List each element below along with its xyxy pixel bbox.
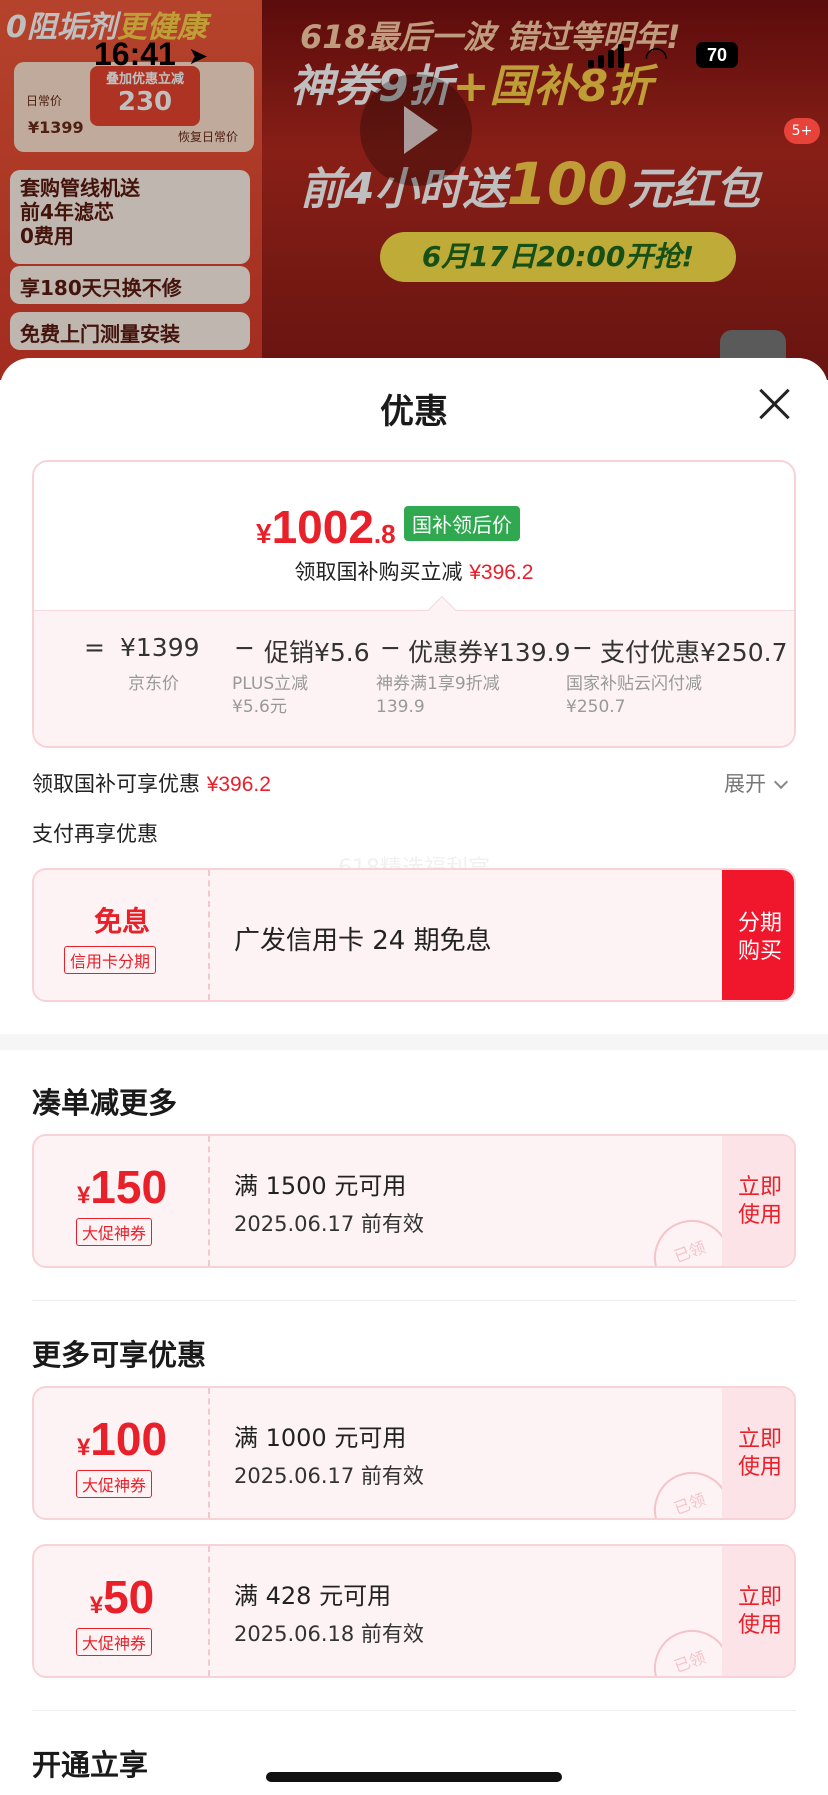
coupon-left: ¥100 大促神券 (34, 1388, 210, 1518)
coupon-card[interactable]: ¥100 大促神券 满 1000 元可用 2025.06.17 前有效 已领 立… (32, 1386, 796, 1520)
gov-subsidy-line: 领取国补可享优惠 ¥396.2 (32, 772, 271, 796)
use-now-line1: 立即 (737, 1175, 782, 1200)
use-now-button[interactable]: 立即 使用 (722, 1546, 794, 1676)
coupon-card[interactable]: ¥150 大促神券 满 1500 元可用 2025.06.17 前有效 已领 立… (32, 1134, 796, 1268)
coupon-card[interactable]: ¥50 大促神券 满 428 元可用 2025.06.18 前有效 已领 立即 … (32, 1544, 796, 1678)
coupon-date: 2025.06.18 前有效 (234, 1622, 424, 1646)
coupon-tag: 大促神券 (76, 1470, 153, 1498)
use-now-line1: 立即 (737, 1427, 782, 1452)
coupon-tag: 大促神券 (76, 1628, 153, 1656)
calc-coupon-sub2: 139.9 (376, 697, 425, 717)
credit-left: 免息 信用卡分期 (34, 870, 210, 1000)
use-now-line2: 使用 (737, 1203, 782, 1228)
close-icon[interactable] (756, 386, 792, 422)
signal-icon (588, 44, 624, 68)
sheet-title: 优惠 (380, 392, 448, 432)
calc-jd-label: 京东价 (128, 674, 179, 694)
restore-label: 恢复日常价 (178, 130, 239, 144)
final-price: ¥1002.8 (256, 501, 396, 553)
coupon-left: ¥150 大促神券 (34, 1136, 210, 1266)
battery-icon: 70 (696, 42, 738, 68)
credit-tag: 信用卡分期 (64, 946, 157, 974)
daily-label: 日常价 (26, 94, 63, 108)
calc-promo-sub1: PLUS立减 (232, 674, 309, 694)
status-time: 16:41 (94, 36, 176, 72)
calc-jd-price: ¥1399 (120, 633, 200, 662)
banner-card-pipeline: 套购管线机送 前4年滤芯 0费用 (10, 170, 250, 264)
calc-minus: − (572, 633, 593, 662)
calc-pay-sub1: 国家补贴云闪付减 (566, 674, 702, 694)
installment-btn-line1: 分期 (737, 911, 782, 936)
coupon-amount: ¥150 (76, 1161, 168, 1213)
price-top: ¥1002.8 国补领后价 领取国补购买立减 ¥396.2 (34, 462, 794, 610)
expand-button[interactable]: 展开 (724, 768, 789, 798)
reduce-line: 领取国补购买立减 ¥396.2 (294, 560, 534, 584)
section-title-more: 更多可享优惠 (32, 1338, 207, 1372)
section-title-activate: 开通立享 (32, 1748, 149, 1782)
chevron-down-icon (773, 774, 789, 790)
use-now-line1: 立即 (737, 1585, 782, 1610)
coupon-condition: 满 1000 元可用 (234, 1424, 407, 1452)
use-now-line2: 使用 (737, 1455, 782, 1480)
use-now-button[interactable]: 立即 使用 (722, 1136, 794, 1266)
coupon-condition: 满 1500 元可用 (234, 1172, 407, 1200)
status-bar: 16:41 ➤ ◠ 70 (0, 30, 828, 80)
calc-promo-sub2: ¥5.6元 (232, 697, 287, 717)
credit-big: 免息 (93, 905, 150, 938)
pay-discount-label: 支付再享优惠 (32, 822, 158, 846)
calc-coupon: 优惠券¥139.9 (408, 638, 571, 667)
separator (32, 1300, 796, 1301)
use-now-line2: 使用 (737, 1613, 782, 1638)
location-arrow-icon: ➤ (188, 42, 209, 70)
coupon-date: 2025.06.17 前有效 (234, 1464, 424, 1488)
media-count-badge[interactable]: 5+ (784, 118, 820, 144)
calc-pay-sub2: ¥250.7 (566, 697, 626, 717)
gov-subsidy-tag: 国补领后价 (404, 506, 520, 541)
use-now-button[interactable]: 立即 使用 (722, 1388, 794, 1518)
installment-btn-line2: 购买 (737, 939, 782, 964)
calc-pay: 支付优惠¥250.7 (600, 638, 788, 667)
calc-eq: = (84, 633, 105, 662)
coupon-tag: 大促神券 (76, 1218, 153, 1246)
separator (32, 1710, 796, 1711)
credit-text: 广发信用卡 24 期免息 (234, 926, 492, 956)
wifi-icon: ◠ (644, 40, 669, 73)
play-icon[interactable] (360, 74, 472, 186)
credit-installment-card[interactable]: 免息 信用卡分期 广发信用卡 24 期免息 分期 购买 (32, 868, 796, 1002)
home-indicator[interactable] (266, 1772, 562, 1782)
banner-card-install: 免费上门测量安装 (10, 312, 250, 350)
coupon-left: ¥50 大促神券 (34, 1546, 210, 1676)
coupon-condition: 满 428 元可用 (234, 1582, 392, 1610)
installment-buy-button[interactable]: 分期 购买 (722, 870, 794, 1000)
price-calc: = ¥1399 − 促销¥5.6 − 优惠券¥139.9 − 支付优惠¥250.… (34, 610, 794, 746)
coupon-amount: ¥100 (76, 1413, 168, 1465)
calc-minus: − (380, 633, 401, 662)
banner-big-text: 前4小时送100元红包 (300, 150, 760, 218)
calc-coupon-sub1: 神券满1享9折减 (376, 674, 500, 694)
calc-minus: − (234, 633, 255, 662)
price-breakdown-card: ¥1002.8 国补领后价 领取国补购买立减 ¥396.2 = ¥1399 − … (32, 460, 796, 748)
calc-promo: 促销¥5.6 (264, 638, 370, 667)
coupon-amount: ¥50 (89, 1571, 155, 1623)
section-divider (0, 1034, 828, 1050)
discount-sheet: 优惠 ¥1002.8 国补领后价 领取国补购买立减 ¥396.2 = ¥1399… (0, 358, 828, 1795)
daily-value: ¥1399 (28, 118, 84, 137)
coupon-date: 2025.06.17 前有效 (234, 1212, 424, 1236)
section-title-bundle: 凑单减更多 (32, 1086, 178, 1120)
banner-card-replace: 享180天只换不修 (10, 266, 250, 304)
banner-date-pill: 6月17日20:00开抢! (380, 232, 736, 282)
